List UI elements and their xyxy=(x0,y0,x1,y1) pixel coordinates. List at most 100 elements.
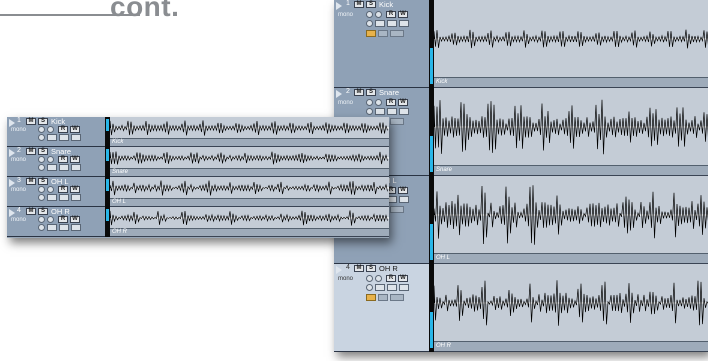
edit-icon[interactable] xyxy=(366,20,373,27)
solo-button[interactable]: S xyxy=(38,118,48,125)
insert-icon[interactable] xyxy=(47,194,57,201)
solo-button[interactable]: S xyxy=(38,208,48,215)
speaker-icon[interactable] xyxy=(47,186,54,193)
track-name[interactable]: Snare xyxy=(51,147,71,156)
expand-triangle-icon[interactable] xyxy=(336,90,342,98)
edit-icon[interactable] xyxy=(38,194,45,201)
write-button[interactable]: W xyxy=(398,187,408,194)
track-header[interactable]: 1 M S Kick mono R W xyxy=(7,117,105,147)
expand-triangle-icon[interactable] xyxy=(9,119,15,127)
eq-icon[interactable] xyxy=(399,108,409,115)
edit-icon[interactable] xyxy=(366,284,373,291)
insert-icon[interactable] xyxy=(375,20,385,27)
speaker-icon[interactable] xyxy=(47,156,54,163)
monitor-icon[interactable] xyxy=(366,275,373,282)
track-name[interactable]: Kick xyxy=(379,0,393,9)
mute-button[interactable]: M xyxy=(26,178,36,185)
write-button[interactable]: W xyxy=(70,186,80,193)
expand-triangle-icon[interactable] xyxy=(336,266,342,274)
instrument-icon[interactable] xyxy=(366,294,376,301)
audio-event[interactable]: OH L xyxy=(434,176,708,264)
eq-icon[interactable] xyxy=(71,194,81,201)
write-button[interactable]: W xyxy=(398,275,408,282)
speaker-icon[interactable] xyxy=(375,11,382,18)
edit-icon[interactable] xyxy=(38,134,45,141)
expand-triangle-icon[interactable] xyxy=(9,209,15,217)
monitor-icon[interactable] xyxy=(38,126,45,133)
speaker-icon[interactable] xyxy=(375,275,382,282)
monitor-icon[interactable] xyxy=(366,99,373,106)
track-name[interactable]: OH R xyxy=(379,264,398,273)
eq-icon[interactable] xyxy=(399,20,409,27)
send-icon[interactable] xyxy=(59,134,69,141)
edit-icon[interactable] xyxy=(366,108,373,115)
eq-icon[interactable] xyxy=(71,134,81,141)
read-button[interactable]: R xyxy=(386,275,396,282)
lane-icon[interactable] xyxy=(390,206,404,213)
mute-button[interactable]: M xyxy=(26,148,36,155)
send-icon[interactable] xyxy=(59,194,69,201)
track-name[interactable]: Snare xyxy=(379,88,399,97)
send-icon[interactable] xyxy=(387,108,397,115)
audio-event[interactable]: Snare xyxy=(110,147,389,177)
monitor-icon[interactable] xyxy=(38,186,45,193)
insert-icon[interactable] xyxy=(47,164,57,171)
edit-icon[interactable] xyxy=(38,224,45,231)
audio-event[interactable]: OH L xyxy=(110,177,389,207)
insert-icon[interactable] xyxy=(375,284,385,291)
solo-button[interactable]: S xyxy=(366,265,376,272)
write-button[interactable]: W xyxy=(70,156,80,163)
send-icon[interactable] xyxy=(387,20,397,27)
folder-icon[interactable] xyxy=(378,30,388,37)
solo-button[interactable]: S xyxy=(38,178,48,185)
expand-triangle-icon[interactable] xyxy=(9,149,15,157)
insert-icon[interactable] xyxy=(47,134,57,141)
eq-icon[interactable] xyxy=(399,196,409,203)
folder-icon[interactable] xyxy=(378,294,388,301)
solo-button[interactable]: S xyxy=(38,148,48,155)
speaker-icon[interactable] xyxy=(47,216,54,223)
mute-button[interactable]: M xyxy=(354,89,364,96)
track-header[interactable]: 3MSOH L mono RW xyxy=(7,177,105,207)
send-icon[interactable] xyxy=(59,164,69,171)
audio-event[interactable]: OH R xyxy=(110,207,389,237)
eq-icon[interactable] xyxy=(71,164,81,171)
monitor-icon[interactable] xyxy=(38,216,45,223)
edit-icon[interactable] xyxy=(38,164,45,171)
read-button[interactable]: R xyxy=(58,156,68,163)
mute-button[interactable]: M xyxy=(26,118,36,125)
expand-triangle-icon[interactable] xyxy=(9,179,15,187)
track-header[interactable]: 4 M S OH R mono R W xyxy=(334,264,429,352)
track-name[interactable]: OH L xyxy=(51,177,69,186)
write-button[interactable]: W xyxy=(398,99,408,106)
write-button[interactable]: W xyxy=(398,11,408,18)
track-name[interactable]: OH R xyxy=(51,207,70,216)
track-header[interactable]: 4 M S OH R mono R W xyxy=(7,207,105,237)
mute-button[interactable]: M xyxy=(354,1,364,8)
send-icon[interactable] xyxy=(59,224,69,231)
solo-button[interactable]: S xyxy=(366,89,376,96)
expand-triangle-icon[interactable] xyxy=(336,2,342,10)
speaker-icon[interactable] xyxy=(375,99,382,106)
audio-event[interactable]: OH R xyxy=(434,264,708,352)
lane-icon[interactable] xyxy=(390,294,404,301)
eq-icon[interactable] xyxy=(399,284,409,291)
track-header[interactable]: 1 M S Kick mono R W xyxy=(334,0,429,88)
eq-icon[interactable] xyxy=(71,224,81,231)
read-button[interactable]: R xyxy=(58,216,68,223)
insert-icon[interactable] xyxy=(375,108,385,115)
write-button[interactable]: W xyxy=(70,126,80,133)
audio-event[interactable]: Kick xyxy=(434,0,708,88)
read-button[interactable]: R xyxy=(386,99,396,106)
lane-icon[interactable] xyxy=(390,118,404,125)
track-header[interactable]: 2 M S Snare mono R W xyxy=(7,147,105,177)
insert-icon[interactable] xyxy=(47,224,57,231)
speaker-icon[interactable] xyxy=(47,126,54,133)
lane-icon[interactable] xyxy=(390,30,404,37)
monitor-icon[interactable] xyxy=(38,156,45,163)
audio-event[interactable]: Snare xyxy=(434,88,708,176)
mute-button[interactable]: M xyxy=(354,265,364,272)
write-button[interactable]: W xyxy=(70,216,80,223)
mute-button[interactable]: M xyxy=(26,208,36,215)
read-button[interactable]: R xyxy=(58,186,68,193)
